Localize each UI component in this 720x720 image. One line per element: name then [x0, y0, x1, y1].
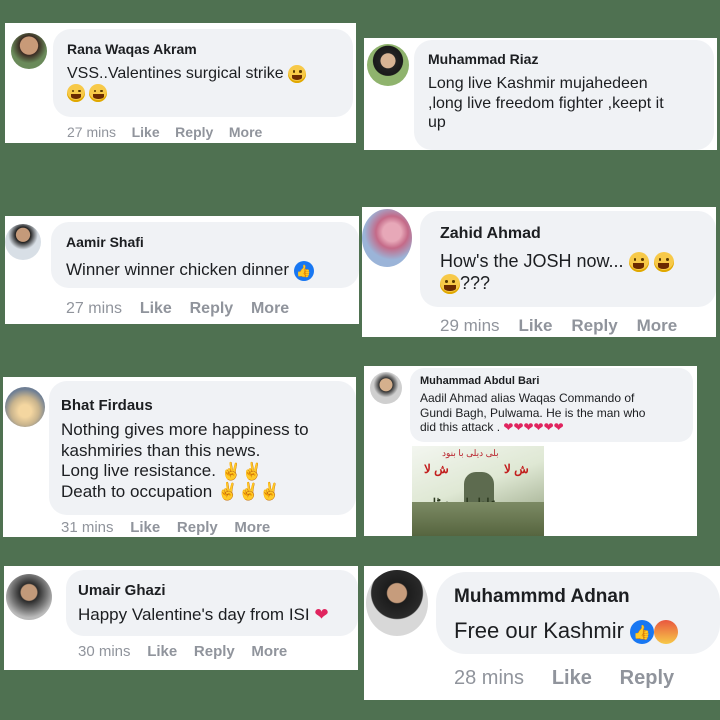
comment-line: Nothing gives more happiness to — [61, 420, 309, 439]
comment-text: VSS..Valentines surgical strike — [67, 64, 307, 103]
comment-card: Bhat Firdaus Nothing gives more happines… — [3, 377, 356, 537]
avatar[interactable] — [6, 574, 52, 620]
attachment-caption: بلی دیلی با بنود — [442, 448, 499, 458]
attachment-tag: ش لا — [504, 462, 529, 476]
avatar[interactable] — [367, 44, 409, 86]
like-link[interactable]: Like — [140, 300, 172, 317]
more-link[interactable]: More — [637, 316, 678, 335]
like-link[interactable]: Like — [552, 667, 592, 689]
avatar[interactable] — [362, 209, 412, 267]
comment-card: Zahid Ahmad How's the JOSH now... ??? 29… — [362, 207, 716, 337]
comment-text: Free our Kashmir 👍 — [454, 618, 679, 645]
laughing-emoji-icon — [628, 252, 649, 273]
reply-link[interactable]: Reply — [177, 519, 218, 536]
more-link[interactable]: More — [251, 643, 287, 660]
reply-link[interactable]: Reply — [194, 643, 235, 660]
comment-time: 27 mins — [66, 300, 123, 317]
reply-link[interactable]: Reply — [620, 667, 674, 689]
victory-hand-icon: ✌✌ — [220, 461, 264, 481]
comment-text: How's the JOSH now... ??? — [440, 251, 674, 295]
comment-line: Gundi Bagh, Pulwama. He is the man who — [420, 405, 646, 420]
comment-meta: 28 mins Like Reply — [454, 667, 674, 690]
attached-image[interactable]: بلی دیلی با بنود ش لا ش لا عادل احمد ڈار — [412, 446, 544, 536]
comment-author[interactable]: Muhammad Riaz — [428, 51, 538, 67]
comment-meta: 30 mins Like Reply More — [78, 643, 287, 660]
avatar[interactable] — [370, 372, 402, 404]
comment-line: Aadil Ahmad alias Waqas Commando of — [420, 391, 635, 405]
comment-text: Long live Kashmir mujahedeen ,long live … — [428, 74, 664, 133]
like-link[interactable]: Like — [132, 124, 160, 140]
photo-foreground — [412, 502, 544, 536]
comment-text: Aadil Ahmad alias Waqas Commando of Gund… — [420, 391, 645, 435]
heart-icon: ❤ — [314, 605, 329, 624]
avatar[interactable] — [11, 33, 47, 69]
victory-hand-icon: ✌✌✌ — [216, 482, 281, 502]
attachment-tag: ش لا — [424, 462, 449, 476]
reply-link[interactable]: Reply — [190, 300, 234, 317]
comment-card: Umair Ghazi Happy Valentine's day from I… — [4, 566, 358, 670]
comment-line: How's the JOSH now... — [440, 251, 624, 271]
comment-line: kashmiries than this news. — [61, 440, 261, 460]
comment-line: Death to occupation — [61, 482, 213, 502]
comment-text: Happy Valentine's day from ISI ❤ — [78, 605, 329, 626]
comment-line: ??? — [460, 272, 491, 293]
comment-meta: 27 mins Like Reply More — [66, 300, 289, 318]
comment-line: Free our Kashmir — [454, 618, 624, 643]
more-link[interactable]: More — [229, 124, 262, 140]
comment-author[interactable]: Rana Waqas Akram — [67, 41, 197, 57]
comment-card: Muhammad Abdul Bari Aadil Ahmad alias Wa… — [364, 366, 697, 536]
comment-line: Long live resistance. — [61, 461, 216, 481]
comment-line: Winner winner chicken dinner — [66, 260, 289, 279]
comment-author[interactable]: Zahid Ahmad — [440, 225, 541, 243]
comment-time: 30 mins — [78, 643, 131, 660]
laughing-emoji-icon — [653, 252, 674, 273]
comment-time: 28 mins — [454, 667, 525, 689]
comment-text: Winner winner chicken dinner 👍 — [66, 260, 314, 281]
comment-line: ,long live freedom fighter ,keept it — [428, 94, 664, 112]
laughing-emoji-icon — [67, 84, 85, 103]
comment-line: Long live Kashmir mujahedeen — [428, 75, 648, 92]
comment-card: Muhammad Riaz Long live Kashmir mujahede… — [364, 38, 717, 150]
comment-author[interactable]: Muhammad Abdul Bari — [420, 375, 539, 387]
comment-author[interactable]: Umair Ghazi — [78, 582, 166, 599]
like-reaction-icon: 👍 — [293, 260, 314, 281]
comment-author[interactable]: Muhammmd Adnan — [454, 586, 630, 608]
comment-line: VSS..Valentines surgical strike — [67, 65, 284, 82]
reply-link[interactable]: Reply — [571, 316, 617, 335]
comment-time: 29 mins — [440, 316, 500, 335]
like-link[interactable]: Like — [130, 519, 160, 536]
comment-author[interactable]: Aamir Shafi — [66, 234, 144, 250]
more-link[interactable]: More — [251, 300, 289, 317]
avatar[interactable] — [5, 224, 41, 260]
reply-link[interactable]: Reply — [175, 124, 213, 140]
laughing-emoji-icon — [440, 274, 460, 295]
more-link[interactable]: More — [234, 519, 270, 536]
comment-bubble — [66, 570, 358, 636]
comment-line: up — [428, 114, 446, 132]
comment-time: 27 mins — [67, 124, 117, 140]
comment-meta: 31 mins Like Reply More — [61, 519, 270, 536]
comment-card: Muhammmd Adnan Free our Kashmir 👍 28 min… — [364, 566, 720, 700]
like-link[interactable]: Like — [518, 316, 552, 335]
comment-card: Aamir Shafi Winner winner chicken dinner… — [5, 216, 359, 324]
comment-line: did this attack . — [420, 420, 501, 435]
avatar[interactable] — [5, 387, 45, 427]
avatar[interactable] — [366, 570, 428, 636]
comment-card: Rana Waqas Akram VSS..Valentines surgica… — [5, 23, 356, 143]
comment-time: 31 mins — [61, 519, 114, 536]
comment-text: Nothing gives more happiness to kashmiri… — [61, 420, 309, 503]
comment-meta: 29 mins Like Reply More — [440, 316, 677, 336]
angry-reaction-icon — [654, 620, 679, 645]
comment-author[interactable]: Bhat Firdaus — [61, 397, 153, 414]
comment-line: Happy Valentine's day from ISI — [78, 605, 310, 624]
heart-icon: ❤❤❤❤❤❤ — [503, 420, 564, 435]
laughing-emoji-icon — [288, 64, 307, 83]
like-link[interactable]: Like — [147, 643, 177, 660]
comment-meta: 27 mins Like Reply More — [67, 124, 262, 140]
like-reaction-icon: 👍 — [630, 620, 655, 645]
laughing-emoji-icon — [89, 84, 108, 103]
